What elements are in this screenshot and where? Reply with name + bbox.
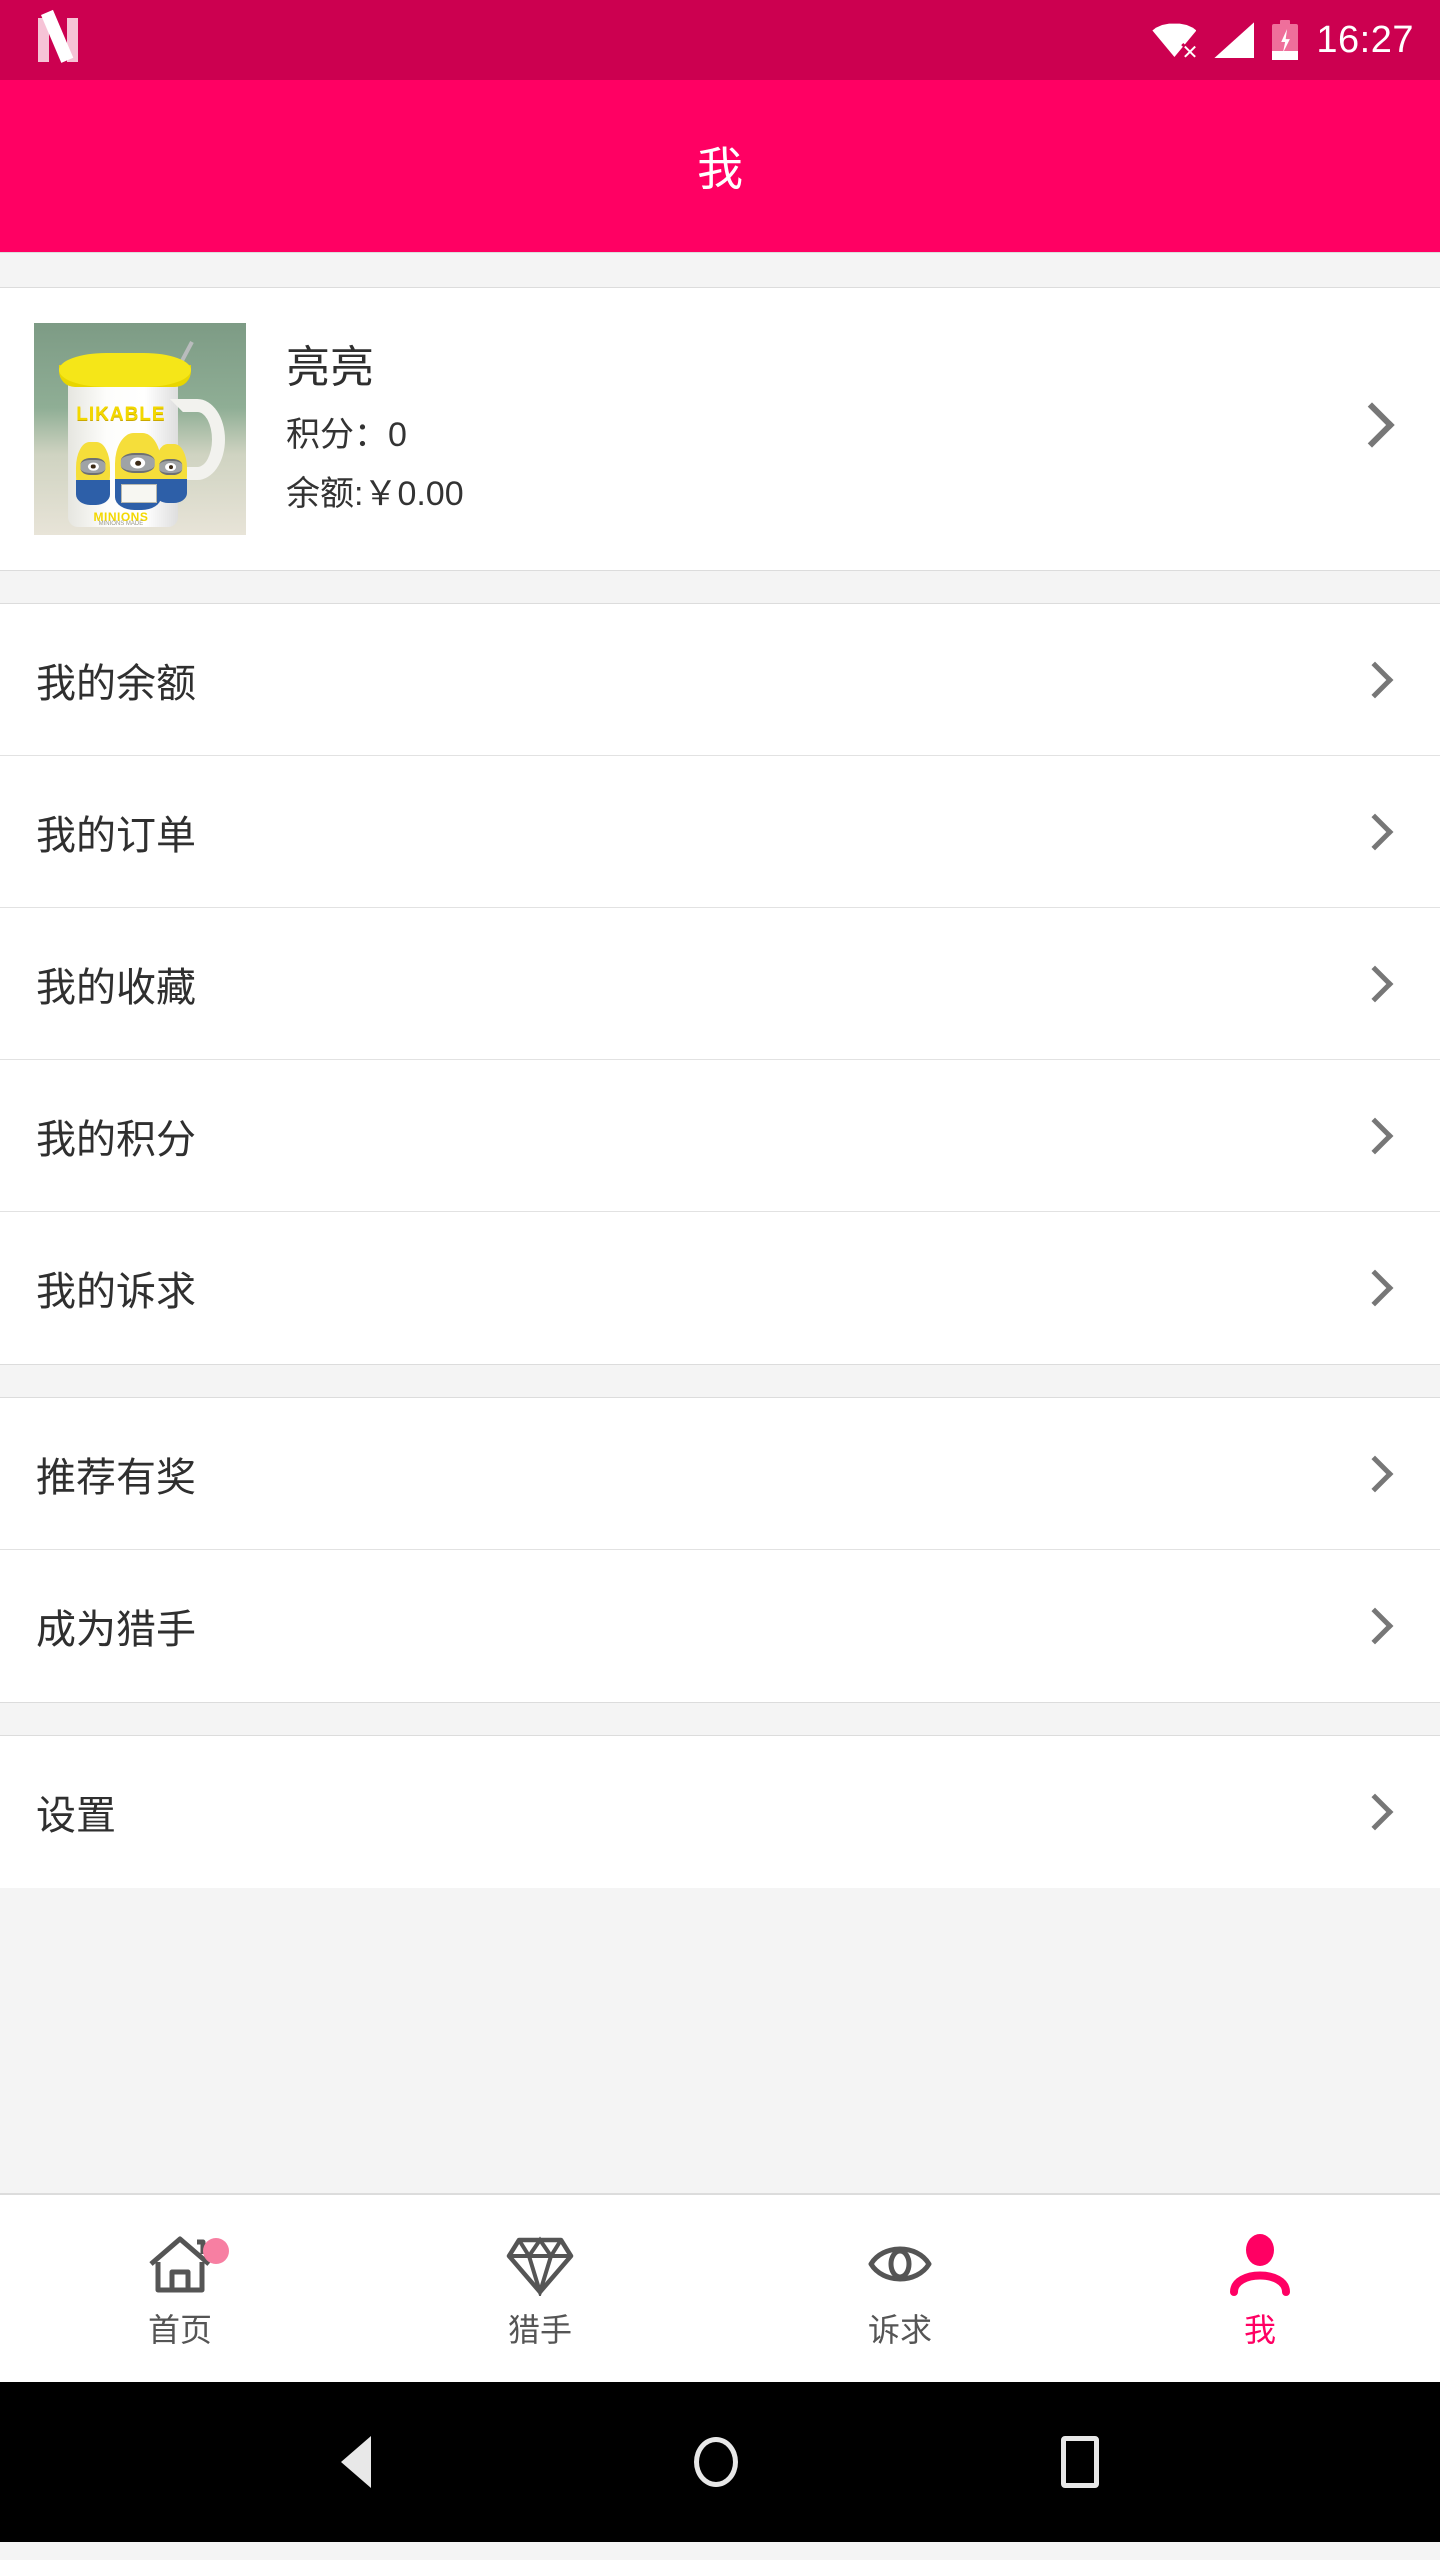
status-bar-right: ✕ ✕ 16:27 — [1152, 19, 1414, 63]
menu-item-label: 我的积分 — [36, 1117, 196, 1162]
person-icon — [1225, 2232, 1295, 2296]
bottom-tab-bar: 首页 猎手 诉求 我 — [0, 2194, 1440, 2382]
profile-name: 亮亮 — [286, 343, 374, 393]
recents-square-icon[interactable] — [1060, 2436, 1099, 2488]
wifi-off-icon: ✕ ✕ — [1152, 21, 1198, 63]
menu-section-1: 我的余额 我的订单 我的收藏 我的积分 我的诉求 — [0, 604, 1440, 1364]
diamond-icon — [505, 2232, 575, 2299]
profile-info: 亮亮 积分：0 余额:￥0.00 — [286, 343, 464, 514]
tab-home[interactable]: 首页 — [0, 2195, 360, 2382]
menu-item-my-balance[interactable]: 我的余额 — [0, 604, 1440, 756]
menu-item-my-favorites[interactable]: 我的收藏 — [0, 908, 1440, 1060]
home-circle-icon[interactable] — [693, 2437, 738, 2487]
android-navigation-bar — [0, 2382, 1440, 2542]
menu-item-label: 设置 — [36, 1794, 116, 1838]
tab-label: 猎手 — [507, 2311, 572, 2348]
section-gap-top — [0, 252, 1440, 288]
menu-item-label: 我的收藏 — [36, 965, 196, 1010]
menu-section-2: 推荐有奖 成为猎手 — [0, 1398, 1440, 1702]
chevron-right-icon — [1356, 1607, 1394, 1645]
tab-hunter[interactable]: 猎手 — [360, 2195, 720, 2382]
menu-item-referral-reward[interactable]: 推荐有奖 — [0, 1398, 1440, 1550]
cellular-signal-icon — [1214, 22, 1255, 58]
chevron-right-icon — [1356, 1455, 1394, 1492]
profile-balance: 余额:￥0.00 — [286, 475, 464, 514]
avatar-tiny-text: MINIONS MADE — [98, 521, 144, 528]
menu-item-label: 成为猎手 — [36, 1608, 196, 1652]
chevron-right-icon — [1356, 1269, 1394, 1307]
status-bar: ✕ ✕ 16:27 — [0, 0, 1440, 80]
chevron-right-icon — [1356, 965, 1394, 1002]
chevron-right-icon — [1356, 813, 1394, 850]
menu-item-my-requests[interactable]: 我的诉求 — [0, 1212, 1440, 1364]
avatar-brand-text: LIKABLE — [76, 403, 166, 425]
page-title: 我 — [697, 143, 743, 195]
status-bar-clock: 16:27 — [1316, 19, 1414, 61]
chevron-right-icon — [1356, 661, 1394, 698]
section-gap-2 — [0, 1364, 1440, 1398]
eye-icon — [865, 2232, 935, 2296]
chevron-right-icon — [1356, 1117, 1394, 1154]
tab-requests[interactable]: 诉求 — [720, 2195, 1080, 2382]
battery-charging-icon — [1272, 20, 1299, 60]
section-gap-1 — [0, 570, 1440, 604]
phone-screen: ✕ ✕ 16:27 我 LIKABLE MINIONS MINIONS MADE… — [0, 0, 1440, 2560]
back-triangle-icon[interactable] — [341, 2436, 372, 2488]
menu-item-label: 推荐有奖 — [36, 1455, 196, 1500]
home-icon — [145, 2232, 229, 2296]
menu-item-label: 我的订单 — [36, 813, 196, 858]
tab-me[interactable]: 我 — [1080, 2195, 1440, 2382]
content-filler — [0, 1888, 1440, 2194]
home-badge-dot — [203, 2237, 229, 2264]
menu-item-my-orders[interactable]: 我的订单 — [0, 756, 1440, 908]
profile-points: 积分：0 — [286, 415, 407, 454]
tab-label: 诉求 — [867, 2311, 932, 2348]
profile-card[interactable]: LIKABLE MINIONS MINIONS MADE 亮亮 积分：0 余额:… — [0, 288, 1440, 570]
status-bar-left — [38, 9, 78, 63]
n-logo-icon — [38, 9, 78, 63]
app-bar: 我 — [0, 80, 1440, 252]
tab-label: 首页 — [147, 2311, 212, 2348]
menu-item-my-points[interactable]: 我的积分 — [0, 1060, 1440, 1212]
avatar: LIKABLE MINIONS MINIONS MADE — [34, 323, 246, 535]
menu-item-become-hunter[interactable]: 成为猎手 — [0, 1550, 1440, 1702]
menu-item-label: 我的诉求 — [36, 1270, 196, 1314]
menu-section-3: 设置 — [0, 1736, 1440, 1888]
menu-item-settings[interactable]: 设置 — [0, 1736, 1440, 1888]
chevron-right-icon — [1356, 1793, 1394, 1831]
chevron-right-icon — [1349, 402, 1395, 448]
tab-label: 我 — [1243, 2311, 1276, 2348]
menu-item-label: 我的余额 — [36, 661, 196, 706]
section-gap-3 — [0, 1702, 1440, 1736]
